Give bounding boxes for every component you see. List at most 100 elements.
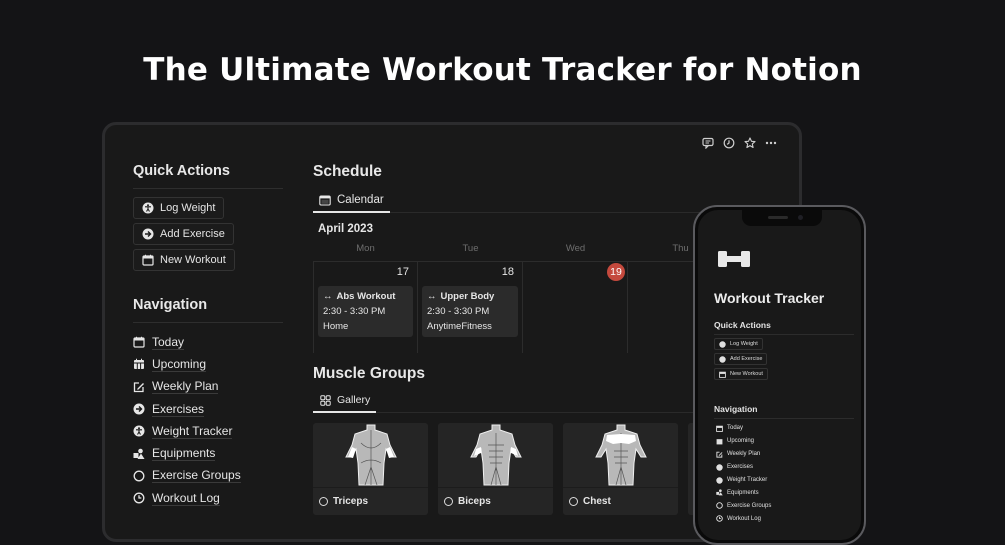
card-title: Chest [583, 496, 611, 507]
body-image-front [563, 423, 678, 487]
dumbbell-icon: ↔ [323, 291, 333, 302]
log-weight-label: Log Weight [160, 202, 216, 214]
shapes-icon [133, 448, 145, 460]
calendar-event[interactable]: ↔ Abs Workout 2:30 - 3:30 PM Home [318, 286, 413, 337]
button-label: New Workout [730, 371, 763, 377]
log-weight-button[interactable]: Log Weight [133, 197, 225, 219]
phone-nav-item[interactable]: Weekly Plan [716, 448, 771, 461]
gallery-card-chest[interactable]: Chest [563, 423, 678, 515]
nav-item-weight-tracker[interactable]: Weight Tracker [133, 420, 283, 442]
nav-label: Weight Tracker [152, 423, 233, 439]
nav-item-today[interactable]: Today [133, 331, 283, 353]
nav-label: Today [727, 425, 744, 432]
calendar-grid-icon [133, 358, 145, 370]
nav-label: Exercise Groups [152, 468, 241, 484]
gallery-card-biceps[interactable]: Biceps [438, 423, 553, 515]
body-image-back [313, 423, 428, 487]
phone-nav-item[interactable]: Today [716, 422, 771, 435]
arrow-circle-right-icon [142, 228, 154, 240]
gallery-card-triceps[interactable]: Triceps [313, 423, 428, 515]
clock-icon [716, 515, 723, 522]
add-exercise-button[interactable]: Add Exercise [133, 223, 234, 245]
more-options-icon[interactable] [765, 137, 777, 149]
button-label: Add Exercise [730, 356, 763, 362]
nav-label: Exercises [727, 464, 754, 471]
nav-item-upcoming[interactable]: Upcoming [133, 353, 283, 375]
event-time: 2:30 - 3:30 PM [323, 306, 386, 317]
clock-icon [133, 492, 145, 504]
phone-quick-actions-title: Quick Actions [714, 320, 854, 335]
circle-icon [716, 502, 723, 510]
nav-item-weekly-plan[interactable]: Weekly Plan [133, 376, 283, 398]
phone-add-exercise-button[interactable]: Add Exercise [714, 353, 768, 365]
navigation-title: Navigation [133, 297, 283, 323]
navigation-section: Navigation Today Upcoming Weekly Plan Ex… [133, 297, 283, 509]
calendar-icon [716, 425, 723, 432]
nav-label: Weekly Plan [152, 379, 219, 395]
history-clock-icon[interactable] [723, 137, 735, 149]
nav-label: Exercises [152, 401, 205, 417]
edit-square-icon [133, 381, 145, 393]
weekday-wed: Wed [565, 243, 586, 254]
phone-new-workout-button[interactable]: New Workout [714, 368, 768, 380]
quick-actions-title: Quick Actions [133, 163, 283, 189]
star-icon[interactable] [744, 137, 756, 149]
nav-label: Today [152, 334, 185, 350]
weekday-mon: Mon [356, 243, 375, 254]
phone-quick-actions: Log Weight Add Exercise New Workout [714, 338, 768, 380]
nav-item-exercise-groups[interactable]: Exercise Groups [133, 465, 283, 487]
comment-icon[interactable] [702, 137, 714, 149]
arrow-circle-right-icon [133, 403, 145, 415]
phone-mockup: Workout Tracker Quick Actions Log Weight… [693, 205, 866, 545]
nav-label: Weight Tracker [727, 477, 768, 483]
arrow-circle-right-icon [719, 355, 726, 363]
calendar-grid-icon [716, 438, 723, 445]
accessibility-icon [142, 202, 154, 214]
circle-icon [133, 470, 145, 482]
calendar-icon [142, 254, 154, 266]
weekday-tue: Tue [462, 243, 479, 254]
tab-calendar-label: Calendar [337, 194, 384, 206]
nav-item-exercises[interactable]: Exercises [133, 398, 283, 420]
nav-label: Upcoming [727, 438, 755, 445]
nav-item-equipments[interactable]: Equipments [133, 442, 283, 464]
today-badge: 19 [607, 263, 625, 281]
quick-actions-list: Log Weight Add Exercise New Workout [133, 197, 283, 275]
nav-label: Workout Log [727, 515, 761, 522]
phone-nav-item[interactable]: Equipments [716, 486, 771, 499]
body-image-front [438, 423, 553, 487]
nav-label: Equipments [727, 489, 759, 496]
event-location: Home [323, 321, 349, 332]
button-label: Log Weight [730, 341, 758, 347]
hero-title: The Ultimate Workout Tracker for Notion [143, 52, 862, 88]
nav-item-workout-log[interactable]: Workout Log [133, 487, 283, 509]
page-toolbar [702, 137, 777, 149]
circle-icon [569, 497, 578, 506]
calendar-day-cell[interactable]: 17 ↔ Abs Workout 2:30 - 3:30 PM Home [313, 262, 418, 353]
event-time: 2:30 - 3:30 PM [427, 306, 490, 317]
phone-nav-item[interactable]: Workout Log [716, 512, 771, 525]
day-number: 18 [501, 266, 514, 278]
shapes-icon [716, 489, 723, 496]
tab-gallery[interactable]: Gallery [313, 389, 377, 413]
phone-log-weight-button[interactable]: Log Weight [714, 338, 763, 350]
add-exercise-label: Add Exercise [160, 228, 225, 240]
tab-calendar[interactable]: Calendar [313, 189, 390, 213]
event-title: Abs Workout [336, 291, 396, 302]
phone-screen: Workout Tracker Quick Actions Log Weight… [698, 210, 861, 540]
calendar-day-cell[interactable]: 18 ↔ Upper Body 2:30 - 3:30 PM AnytimeFit… [418, 262, 523, 353]
nav-label: Weekly Plan [727, 451, 761, 458]
tab-gallery-label: Gallery [337, 394, 371, 406]
schedule-title: Schedule [313, 163, 382, 180]
event-location: AnytimeFitness [427, 321, 492, 332]
phone-nav-item[interactable]: Exercise Groups [716, 499, 771, 512]
phone-nav-item[interactable]: Exercises [716, 461, 771, 474]
calendar-event[interactable]: ↔ Upper Body 2:30 - 3:30 PM AnytimeFitnes… [422, 286, 518, 337]
phone-nav-item[interactable]: Weight Tracker [716, 474, 771, 487]
new-workout-button[interactable]: New Workout [133, 249, 235, 271]
accessibility-icon [719, 340, 726, 348]
dumbbell-icon [716, 248, 752, 275]
nav-label: Workout Log [152, 490, 220, 506]
phone-nav-item[interactable]: Upcoming [716, 435, 771, 448]
calendar-day-cell[interactable]: 19 [523, 262, 628, 353]
